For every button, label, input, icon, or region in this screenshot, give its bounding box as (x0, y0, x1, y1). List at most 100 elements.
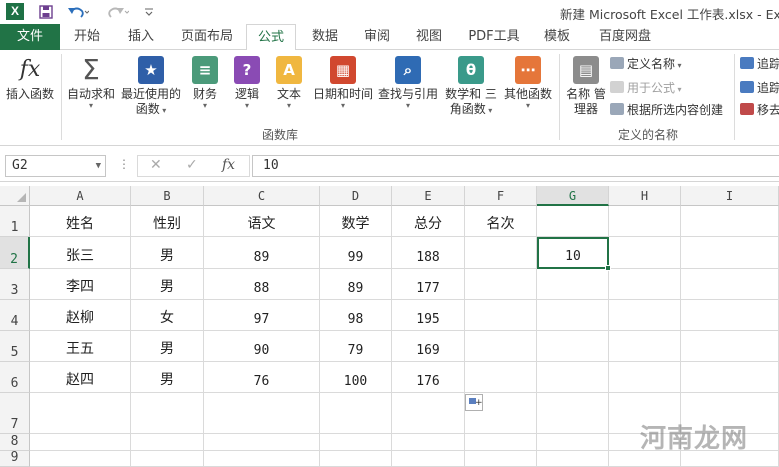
cell-c9[interactable] (204, 451, 320, 467)
tab-baidu-netdisk[interactable]: 百度网盘 (590, 24, 660, 50)
cell-a6[interactable]: 赵四 (30, 362, 131, 393)
undo-icon[interactable] (64, 3, 92, 21)
cell-e5[interactable]: 169 (392, 331, 465, 362)
column-header-g[interactable]: G (537, 186, 609, 206)
cell-h1[interactable] (609, 206, 681, 237)
use-in-formula-button[interactable]: 用于公式 ▾ (610, 80, 682, 98)
column-header-f[interactable]: F (465, 186, 537, 206)
cell-c7[interactable] (204, 393, 320, 434)
more-functions-button[interactable]: ⋯ 其他函数 ▾ (502, 56, 554, 110)
math-trig-button[interactable]: θ 数学和 三角函数 ▾ (442, 56, 500, 118)
select-all-button[interactable] (0, 186, 30, 206)
insert-function-icon[interactable]: fx (222, 157, 235, 173)
fill-handle[interactable] (605, 265, 611, 271)
tab-pdf-tools[interactable]: PDF工具 (462, 24, 526, 50)
cell-a1[interactable]: 姓名 (30, 206, 131, 237)
row-header-7[interactable]: 7 (0, 393, 30, 434)
cell-g9[interactable] (537, 451, 609, 467)
save-icon[interactable] (36, 3, 56, 21)
cell-d2[interactable]: 99 (320, 237, 392, 269)
cell-e3[interactable]: 177 (392, 269, 465, 300)
paste-options-icon[interactable] (465, 394, 483, 411)
date-time-button[interactable]: ▦ 日期和时间 ▾ (310, 56, 376, 110)
cell-c6[interactable]: 76 (204, 362, 320, 393)
cell-f5[interactable] (465, 331, 537, 362)
column-header-b[interactable]: B (131, 186, 204, 206)
row-header-1[interactable]: 1 (0, 206, 30, 237)
customize-quick-access-icon[interactable] (142, 3, 156, 21)
check-icon[interactable]: ✓ (186, 157, 198, 173)
row-header-5[interactable]: 5 (0, 331, 30, 362)
tab-page-layout[interactable]: 页面布局 (172, 24, 242, 50)
cell-b3[interactable]: 男 (131, 269, 204, 300)
cell-i4[interactable] (681, 300, 779, 331)
cell-g4[interactable] (537, 300, 609, 331)
cell-e1[interactable]: 总分 (392, 206, 465, 237)
name-box[interactable]: G2 ▼ (5, 155, 106, 177)
define-name-button[interactable]: 定义名称 ▾ (610, 56, 682, 74)
row-header-6[interactable]: 6 (0, 362, 30, 393)
cell-i6[interactable] (681, 362, 779, 393)
tab-review[interactable]: 审阅 (354, 24, 400, 50)
cell-b2[interactable]: 男 (131, 237, 204, 269)
cell-h4[interactable] (609, 300, 681, 331)
cell-h3[interactable] (609, 269, 681, 300)
autosum-button[interactable]: Σ 自动求和 ▾ (64, 56, 118, 110)
cell-i2[interactable] (681, 237, 779, 269)
cell-c5[interactable]: 90 (204, 331, 320, 362)
tab-view[interactable]: 视图 (406, 24, 452, 50)
cell-d8[interactable] (320, 434, 392, 451)
tab-insert[interactable]: 插入 (118, 24, 164, 50)
column-header-e[interactable]: E (392, 186, 465, 206)
cell-d5[interactable]: 79 (320, 331, 392, 362)
cell-g5[interactable] (537, 331, 609, 362)
cell-d7[interactable] (320, 393, 392, 434)
cell-g1[interactable] (537, 206, 609, 237)
cell-f6[interactable] (465, 362, 537, 393)
cell-e6[interactable]: 176 (392, 362, 465, 393)
cell-f8[interactable] (465, 434, 537, 451)
cell-b1[interactable]: 性别 (131, 206, 204, 237)
cell-g6[interactable] (537, 362, 609, 393)
tab-home[interactable]: 开始 (64, 24, 110, 50)
cell-c3[interactable]: 88 (204, 269, 320, 300)
redo-icon[interactable] (104, 3, 132, 21)
formula-input[interactable]: 10 (252, 155, 779, 177)
cell-d1[interactable]: 数学 (320, 206, 392, 237)
tab-data[interactable]: 数据 (302, 24, 348, 50)
cell-g8[interactable] (537, 434, 609, 451)
cell-b4[interactable]: 女 (131, 300, 204, 331)
cell-c2[interactable]: 89 (204, 237, 320, 269)
tab-templates[interactable]: 模板 (534, 24, 580, 50)
row-header-4[interactable]: 4 (0, 300, 30, 331)
row-header-9[interactable]: 9 (0, 450, 30, 467)
cell-b5[interactable]: 男 (131, 331, 204, 362)
cell-d4[interactable]: 98 (320, 300, 392, 331)
name-manager-button[interactable]: ▤ 名称 管理器 (564, 56, 608, 117)
cell-c1[interactable]: 语文 (204, 206, 320, 237)
column-header-i[interactable]: I (681, 186, 779, 206)
cell-i5[interactable] (681, 331, 779, 362)
cell-e7[interactable] (392, 393, 465, 434)
cell-b9[interactable] (131, 451, 204, 467)
cell-d3[interactable]: 89 (320, 269, 392, 300)
cell-d9[interactable] (320, 451, 392, 467)
cell-b6[interactable]: 男 (131, 362, 204, 393)
cell-h5[interactable] (609, 331, 681, 362)
cell-b8[interactable] (131, 434, 204, 451)
column-header-a[interactable]: A (30, 186, 131, 206)
cell-e8[interactable] (392, 434, 465, 451)
row-header-3[interactable]: 3 (0, 269, 30, 300)
cell-b7[interactable] (131, 393, 204, 434)
tab-file[interactable]: 文件 (0, 24, 60, 50)
column-header-h[interactable]: H (609, 186, 681, 206)
cell-g2[interactable]: 10 (537, 237, 609, 269)
cell-c8[interactable] (204, 434, 320, 451)
tab-formulas[interactable]: 公式 (246, 24, 296, 51)
create-from-selection-button[interactable]: 根据所选内容创建 (610, 102, 723, 118)
logical-button[interactable]: ? 逻辑 ▾ (230, 56, 264, 110)
cell-a5[interactable]: 王五 (30, 331, 131, 362)
remove-arrows-button[interactable]: 移去 (740, 102, 779, 118)
cell-g7[interactable] (537, 393, 609, 434)
cell-f3[interactable] (465, 269, 537, 300)
